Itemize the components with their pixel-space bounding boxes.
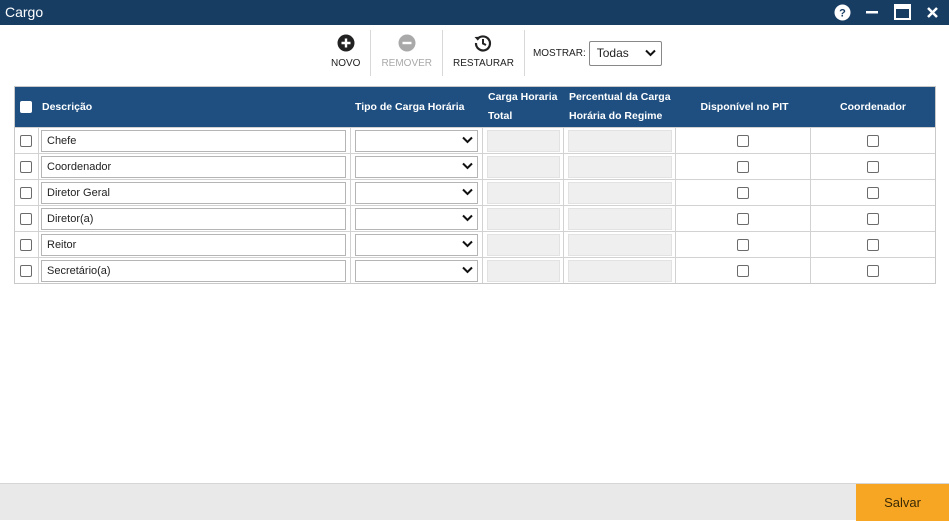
tipo-carga-select[interactable]	[355, 156, 478, 178]
restore-history-icon	[473, 32, 493, 54]
mostrar-label: MOSTRAR:	[532, 47, 586, 59]
header-carga-total-line1: Carga Horaria	[488, 91, 558, 103]
coordenador-checkbox[interactable]	[867, 213, 879, 225]
percentual-field	[568, 234, 672, 256]
header-coordenador: Coordenador	[840, 101, 906, 113]
novo-button[interactable]: NOVO	[323, 30, 368, 76]
coordenador-checkbox[interactable]	[867, 135, 879, 147]
maximize-icon[interactable]	[893, 3, 911, 21]
mostrar-filter: MOSTRAR: Todas	[527, 30, 662, 76]
restaurar-button[interactable]: RESTAURAR	[445, 30, 522, 76]
header-tipo-carga: Tipo de Carga Horária	[355, 101, 465, 113]
descricao-input[interactable]: Secretário(a)	[41, 260, 346, 282]
disponivel-pit-checkbox[interactable]	[737, 135, 749, 147]
tipo-carga-select[interactable]	[355, 182, 478, 204]
carga-total-field	[487, 130, 560, 152]
carga-total-field	[487, 156, 560, 178]
chevron-down-icon	[462, 161, 473, 173]
close-icon[interactable]	[923, 3, 941, 21]
svg-text:?: ?	[839, 7, 846, 19]
header-disponivel-pit: Disponível no PIT	[700, 101, 789, 113]
save-button[interactable]: Salvar	[856, 484, 949, 521]
footer-bar: Salvar	[0, 483, 949, 521]
disponivel-pit-checkbox[interactable]	[737, 187, 749, 199]
table-row: Chefe	[15, 127, 935, 153]
toolbar-divider	[442, 30, 444, 76]
mostrar-value: Todas	[596, 46, 629, 60]
row-select-checkbox[interactable]	[20, 187, 32, 199]
coordenador-checkbox[interactable]	[867, 161, 879, 173]
percentual-field	[568, 208, 672, 230]
descricao-input[interactable]: Diretor(a)	[41, 208, 346, 230]
table-row: Diretor(a)	[15, 205, 935, 231]
restaurar-label: RESTAURAR	[453, 58, 514, 69]
toolbar-divider	[370, 30, 372, 76]
toolbar-divider	[523, 30, 525, 76]
remover-label: REMOVER	[381, 58, 433, 69]
chevron-down-icon	[462, 187, 473, 199]
descricao-input[interactable]: Chefe	[41, 130, 346, 152]
chevron-down-icon	[462, 239, 473, 251]
descricao-input[interactable]: Coordenador	[41, 156, 346, 178]
toolbar: NOVO REMOVER RESTAURAR MOSTRAR: Todas	[323, 30, 662, 76]
mostrar-select[interactable]: Todas	[588, 40, 662, 66]
novo-label: NOVO	[331, 58, 361, 69]
percentual-field	[568, 182, 672, 204]
header-carga-total-line2: Total	[488, 110, 513, 122]
chevron-down-icon	[462, 135, 473, 147]
coordenador-checkbox[interactable]	[867, 239, 879, 251]
plus-circle-icon	[337, 32, 355, 54]
percentual-field	[568, 130, 672, 152]
select-all-checkbox[interactable]	[20, 101, 32, 113]
row-select-checkbox[interactable]	[20, 265, 32, 277]
window-title: Cargo	[5, 4, 44, 20]
carga-total-field	[487, 182, 560, 204]
disponivel-pit-checkbox[interactable]	[737, 239, 749, 251]
header-percentual-line2: Horária do Regime	[569, 110, 663, 122]
row-select-checkbox[interactable]	[20, 213, 32, 225]
chevron-down-icon	[462, 265, 473, 277]
tipo-carga-select[interactable]	[355, 234, 478, 256]
header-descricao: Descrição	[42, 101, 93, 113]
table-row: Coordenador	[15, 153, 935, 179]
tipo-carga-select[interactable]	[355, 208, 478, 230]
carga-total-field	[487, 234, 560, 256]
minus-circle-icon	[398, 32, 416, 54]
coordenador-checkbox[interactable]	[867, 265, 879, 277]
table-row: Secretário(a)	[15, 257, 935, 283]
percentual-field	[568, 260, 672, 282]
remover-button[interactable]: REMOVER	[373, 30, 440, 76]
descricao-input[interactable]: Reitor	[41, 234, 346, 256]
header-percentual-line1: Percentual da Carga	[569, 91, 671, 103]
disponivel-pit-checkbox[interactable]	[737, 213, 749, 225]
carga-total-field	[487, 260, 560, 282]
percentual-field	[568, 156, 672, 178]
coordenador-checkbox[interactable]	[867, 187, 879, 199]
help-icon[interactable]: ?	[833, 3, 851, 21]
row-select-checkbox[interactable]	[20, 161, 32, 173]
cargo-table: Descrição Tipo de Carga Horária Carga Ho…	[14, 86, 936, 284]
disponivel-pit-checkbox[interactable]	[737, 161, 749, 173]
descricao-input[interactable]: Diretor Geral	[41, 182, 346, 204]
minimize-icon[interactable]	[863, 3, 881, 21]
chevron-down-icon	[645, 46, 656, 60]
table-row: Diretor Geral	[15, 179, 935, 205]
carga-total-field	[487, 208, 560, 230]
tipo-carga-select[interactable]	[355, 130, 478, 152]
row-select-checkbox[interactable]	[20, 135, 32, 147]
tipo-carga-select[interactable]	[355, 260, 478, 282]
table-row: Reitor	[15, 231, 935, 257]
table-header: Descrição Tipo de Carga Horária Carga Ho…	[15, 87, 935, 127]
disponivel-pit-checkbox[interactable]	[737, 265, 749, 277]
row-select-checkbox[interactable]	[20, 239, 32, 251]
chevron-down-icon	[462, 213, 473, 225]
title-bar: Cargo ?	[0, 0, 949, 25]
